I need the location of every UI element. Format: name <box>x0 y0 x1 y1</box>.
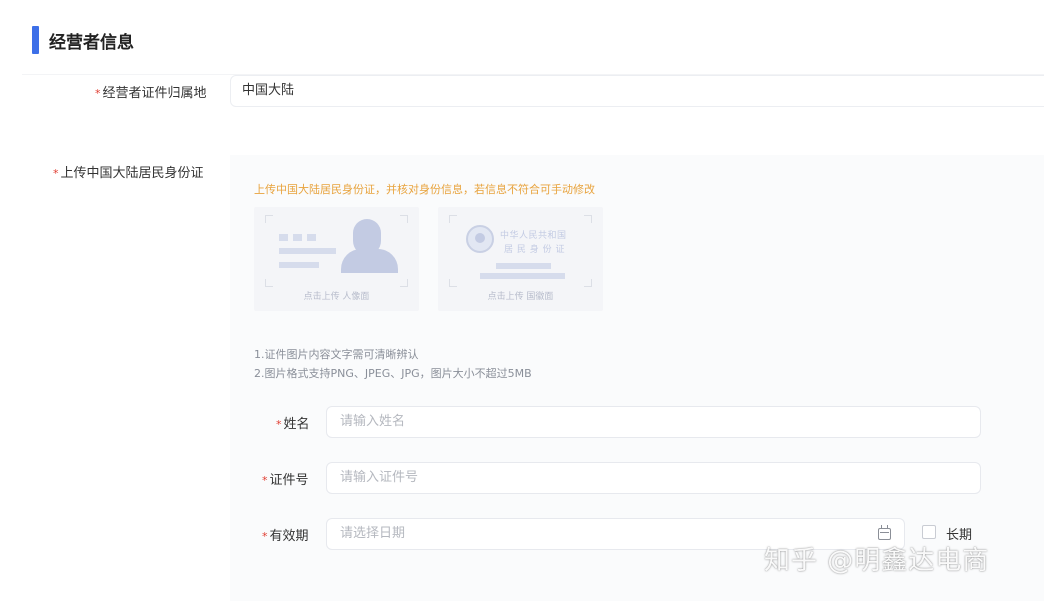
long-term-checkbox[interactable] <box>922 525 936 539</box>
emblem-title-line1: 中华人民共和国 <box>500 231 567 241</box>
id-number-input[interactable]: 请输入证件号 <box>326 462 981 494</box>
required-mark: * <box>262 474 268 487</box>
upload-back-card[interactable]: 中华人民共和国 居 民 身 份 证 点击上传 国徽面 <box>438 207 603 311</box>
upload-note-1: 1.证件图片内容文字需可清晰辨认 <box>254 348 419 361</box>
upload-id-label: * 上传中国大陆居民身份证 <box>53 166 204 181</box>
required-mark: * <box>53 167 59 180</box>
validity-label: * 有效期 <box>262 529 309 544</box>
section-header: 经营者信息 <box>32 26 134 54</box>
back-caption: 点击上传 国徽面 <box>487 292 554 302</box>
required-mark: * <box>95 87 101 100</box>
upload-front-card[interactable]: 点击上传 人像面 <box>254 207 419 311</box>
required-mark: * <box>276 418 282 431</box>
page: 经营者信息 * 经营者证件归属地 中国大陆 * 上传中国大陆居民身份证 上传中国大陆… <box>0 0 1044 601</box>
region-select[interactable]: 中国大陆 <box>230 75 1044 107</box>
section-title: 经营者信息 <box>49 32 134 53</box>
required-mark: * <box>262 530 268 543</box>
watermark: 知乎 @明鑫达电商 <box>764 546 990 576</box>
calendar-icon[interactable] <box>878 525 891 540</box>
name-input[interactable]: 请输入姓名 <box>326 406 981 438</box>
front-caption: 点击上传 人像面 <box>303 292 370 302</box>
upload-hint: 上传中国大陆居民身份证，并核对身份信息，若信息不符合可手动修改 <box>254 183 595 196</box>
national-emblem-icon <box>466 225 494 253</box>
name-label: * 姓名 <box>276 417 310 432</box>
emblem-title-line2: 居 民 身 份 证 <box>504 245 565 255</box>
section-accent-bar <box>32 26 39 54</box>
region-label: * 经营者证件归属地 <box>95 86 207 101</box>
id-number-label: * 证件号 <box>262 473 309 488</box>
validity-placeholder: 请选择日期 <box>340 526 406 541</box>
upload-note-2: 2.图片格式支持PNG、JPEG、JPG，图片大小不超过5MB <box>254 367 532 380</box>
